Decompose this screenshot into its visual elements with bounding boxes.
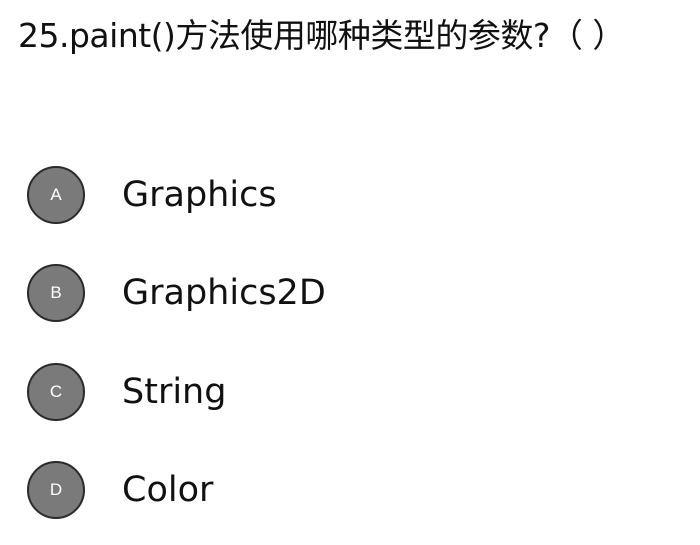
option-a-letter: A xyxy=(50,185,62,204)
option-d-badge: D xyxy=(27,461,85,519)
question-text: 25.paint()方法使用哪种类型的参数?（ ） xyxy=(18,16,625,55)
option-b-letter: B xyxy=(50,283,62,302)
option-d-letter: D xyxy=(49,480,63,499)
option-c-text: String xyxy=(122,372,227,412)
option-b[interactable]: B Graphics2D xyxy=(27,262,326,324)
option-b-badge: B xyxy=(27,264,85,322)
option-a-badge: A xyxy=(27,166,85,224)
option-a[interactable]: A Graphics xyxy=(27,164,277,226)
option-b-text: Graphics2D xyxy=(122,273,326,313)
option-c[interactable]: C String xyxy=(27,361,226,423)
option-d-text: Color xyxy=(122,470,214,510)
option-a-text: Graphics xyxy=(122,175,277,215)
option-c-badge: C xyxy=(27,363,85,421)
option-c-letter: C xyxy=(49,382,63,401)
option-d[interactable]: D Color xyxy=(27,459,213,521)
